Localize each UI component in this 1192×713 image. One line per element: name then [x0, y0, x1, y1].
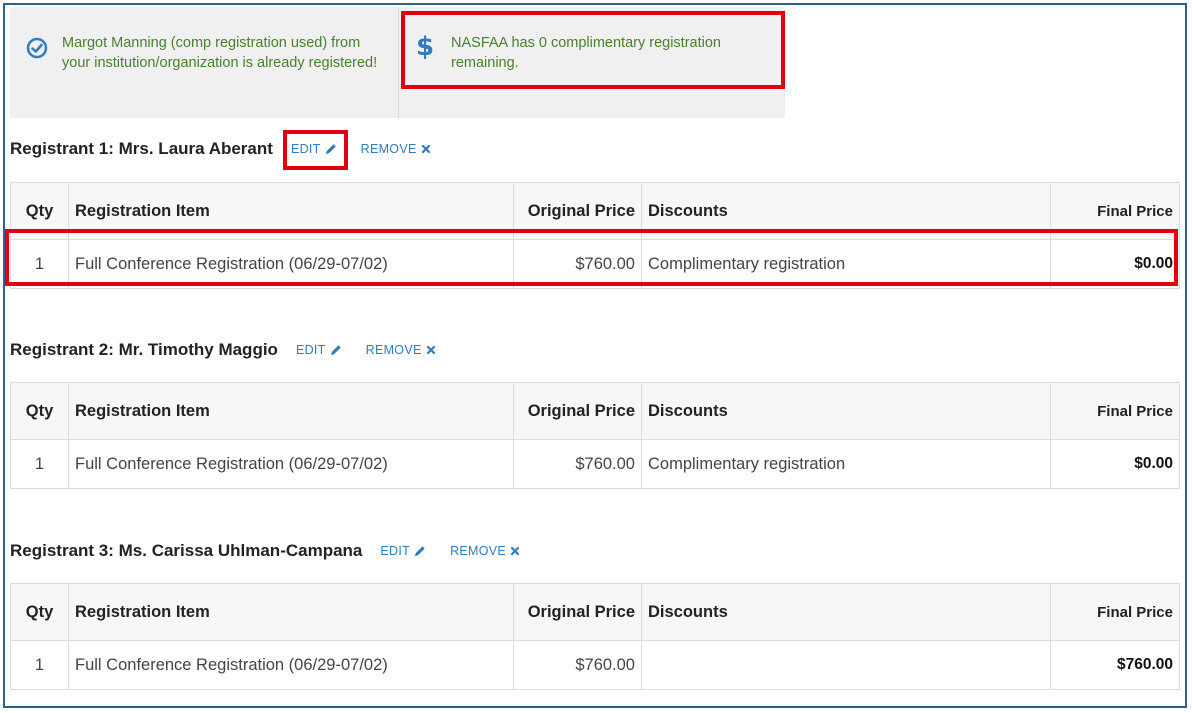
col-item: Registration Item [68, 382, 514, 440]
alert-complimentary-remaining: $ NASFAA has 0 complimentary registratio… [399, 7, 785, 118]
cell-final-price: $0.00 [1050, 439, 1180, 489]
registrant-1-header: Registrant 1: Mrs. Laura Aberant EDIT RE… [10, 137, 431, 161]
col-discounts: Discounts [641, 583, 1051, 641]
col-discounts: Discounts [641, 182, 1051, 240]
cell-final-price: $760.00 [1050, 640, 1180, 690]
remove-label: REMOVE [360, 142, 417, 156]
alert-comp-text: NASFAA has 0 complimentary registration … [451, 35, 721, 71]
check-circle-icon [26, 37, 48, 65]
registrant-title: Registrant 1: Mrs. Laura Aberant [10, 139, 273, 158]
col-final-price: Final Price [1050, 583, 1180, 641]
alert-registered-text: Margot Manning (comp registration used) … [62, 35, 378, 71]
pencil-icon [330, 345, 341, 355]
dollar-icon: $ [415, 31, 434, 67]
remove-button[interactable]: REMOVE [361, 142, 431, 156]
col-original-price: Original Price [513, 382, 642, 440]
x-icon [426, 345, 435, 355]
cell-item: Full Conference Registration (06/29-07/0… [68, 439, 514, 489]
col-original-price: Original Price [513, 583, 642, 641]
cell-item: Full Conference Registration (06/29-07/0… [68, 239, 514, 289]
table-header-row: Qty Registration Item Original Price Dis… [10, 182, 1180, 240]
cell-original-price: $760.00 [513, 640, 642, 690]
edit-button[interactable]: EDIT [380, 544, 426, 558]
remove-button[interactable]: REMOVE [366, 343, 436, 357]
col-item: Registration Item [68, 583, 514, 641]
cell-qty: 1 [10, 640, 69, 690]
remove-label: REMOVE [450, 544, 507, 558]
registrant-title: Registrant 3: Ms. Carissa Uhlman-Campana [10, 541, 363, 560]
table-row: 1 Full Conference Registration (06/29-07… [10, 239, 1180, 289]
cell-discounts: Complimentary registration [641, 439, 1051, 489]
cell-item: Full Conference Registration (06/29-07/0… [68, 640, 514, 690]
cell-discounts: Complimentary registration [641, 239, 1051, 289]
col-qty: Qty [10, 382, 69, 440]
alert-already-registered: Margot Manning (comp registration used) … [10, 7, 399, 118]
registrant-1-table: Qty Registration Item Original Price Dis… [10, 182, 1180, 289]
x-icon [421, 144, 430, 154]
registrant-2-table: Qty Registration Item Original Price Dis… [10, 382, 1180, 489]
col-item: Registration Item [68, 182, 514, 240]
cell-original-price: $760.00 [513, 439, 642, 489]
cell-discounts [641, 640, 1051, 690]
x-icon [510, 546, 520, 556]
col-discounts: Discounts [641, 382, 1051, 440]
edit-button[interactable]: EDIT [291, 142, 337, 156]
pencil-icon [415, 546, 425, 556]
svg-text:$: $ [416, 32, 433, 61]
registrant-title: Registrant 2: Mr. Timothy Maggio [10, 340, 278, 359]
col-qty: Qty [10, 182, 69, 240]
remove-button[interactable]: REMOVE [450, 544, 520, 558]
col-original-price: Original Price [513, 182, 642, 240]
edit-label: EDIT [290, 142, 321, 156]
table-header-row: Qty Registration Item Original Price Dis… [10, 583, 1180, 641]
edit-label: EDIT [295, 343, 326, 357]
edit-button[interactable]: EDIT [296, 343, 342, 357]
pencil-icon [325, 144, 336, 154]
table-row: 1 Full Conference Registration (06/29-07… [10, 439, 1180, 489]
cell-final-price: $0.00 [1050, 239, 1180, 289]
cell-qty: 1 [10, 439, 69, 489]
table-row: 1 Full Conference Registration (06/29-07… [10, 640, 1180, 690]
registrant-2-header: Registrant 2: Mr. Timothy Maggio EDIT RE… [10, 338, 436, 362]
col-qty: Qty [10, 583, 69, 641]
remove-label: REMOVE [365, 343, 422, 357]
cell-qty: 1 [10, 239, 69, 289]
registrant-3-table: Qty Registration Item Original Price Dis… [10, 583, 1180, 690]
col-final-price: Final Price [1050, 382, 1180, 440]
alerts-bar: Margot Manning (comp registration used) … [10, 7, 785, 118]
col-final-price: Final Price [1050, 182, 1180, 240]
edit-label: EDIT [380, 544, 411, 558]
registrant-3-header: Registrant 3: Ms. Carissa Uhlman-Campana… [10, 539, 520, 563]
cell-original-price: $760.00 [513, 239, 642, 289]
table-header-row: Qty Registration Item Original Price Dis… [10, 382, 1180, 440]
